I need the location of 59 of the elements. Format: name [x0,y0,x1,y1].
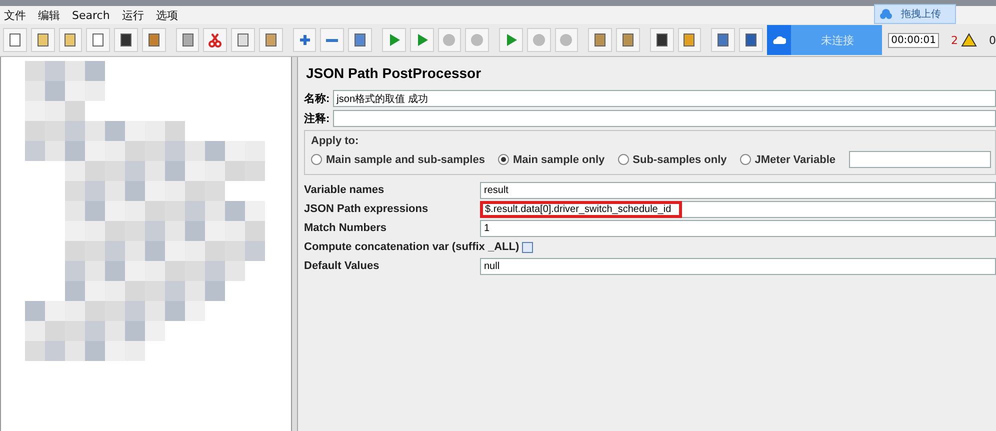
cloud-icon [772,34,786,46]
variable-field[interactable] [848,151,991,168]
field-label: JSON Path expressions [304,203,430,215]
input-field[interactable]: $.result.data[0].driver_switch_schedule_id [480,200,996,218]
name-label: 名称: [304,92,330,106]
toolbar-button[interactable] [86,28,110,52]
field-label: Variable names [304,184,386,196]
connection-status: 未连接 [821,32,854,48]
toolbar-button[interactable] [231,28,255,52]
upload-popup[interactable]: 拖拽上传 [874,4,956,24]
field-label: Default Values [304,260,380,272]
toolbar-button[interactable] [3,28,27,52]
menu-item[interactable]: 运行 [122,8,144,22]
field-label: Compute concatenation var (suffix _ALL) [304,241,520,253]
cloud-icon [879,8,893,20]
field-value: $.result.data[0].driver_switch_schedule_id [480,200,682,218]
toolbar-button[interactable] [348,28,372,52]
warning-count: 2 [951,34,958,46]
menu-item[interactable]: 选项 [156,8,178,22]
radio-option[interactable]: JMeter Variable [740,154,836,166]
toolbar-button[interactable] [739,28,763,52]
cut-icon [207,32,224,48]
minus-icon [326,38,338,42]
comment-label: 注释: [304,112,330,126]
input-field[interactable]: result [480,182,996,198]
warning-icon [961,33,977,47]
radio-option[interactable]: Main sample only [498,154,605,166]
input-field[interactable]: 1 [480,220,996,236]
toolbar-button[interactable] [711,28,736,52]
menu-item[interactable]: 编辑 [38,8,60,22]
field-value: null [484,260,500,272]
comment-field[interactable] [332,110,996,127]
toolbar-button[interactable] [258,28,283,52]
upload-label: 拖拽上传 [901,8,941,21]
menu-item[interactable]: Search [72,8,110,22]
stop-icon [469,32,486,48]
name-field[interactable]: json格式的取值 成功 [332,90,996,107]
toolbar-button[interactable] [58,28,82,52]
stop-icon [441,32,458,48]
field-label: Match Numbers [304,222,388,234]
field-value: 1 [484,222,490,234]
toolbar-button[interactable] [616,28,640,52]
group-legend: Apply to: [311,135,991,147]
toolbar-button[interactable] [142,28,166,52]
field-value: result [484,184,508,196]
checkbox[interactable] [522,242,534,252]
toolbar-button[interactable] [650,28,674,52]
elapsed-timer: 00:00:01 [888,32,939,48]
panel-title: JSON Path PostProcessor [306,65,482,81]
input-field[interactable]: null [480,258,996,274]
radio-option[interactable]: Sub-samples only [618,154,727,166]
toolbar-button[interactable] [588,28,612,52]
radio-option[interactable]: Main sample and sub-samples [311,154,485,166]
toolbar-button[interactable] [114,28,138,52]
toolbar-button[interactable] [678,28,702,52]
toolbar-button[interactable] [176,28,200,52]
error-count: 0 [989,34,996,46]
menu-item[interactable]: 文件 [4,8,26,22]
toolbar-button[interactable] [30,28,55,52]
